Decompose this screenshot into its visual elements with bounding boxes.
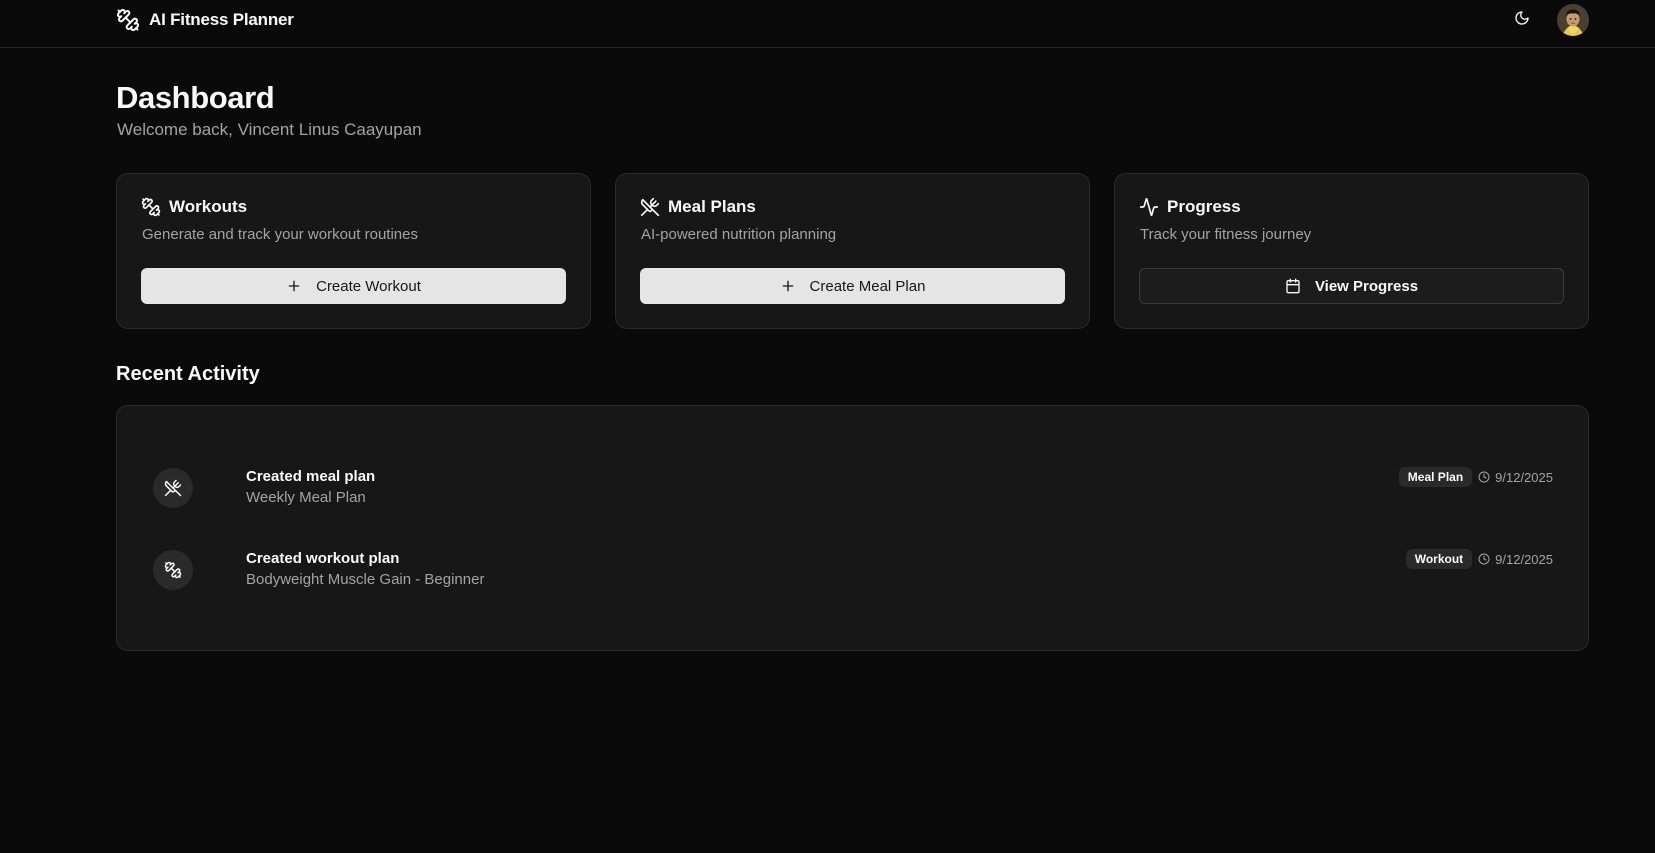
activity-meta: Workout 9/12/2025 xyxy=(1405,548,1553,570)
activity-item[interactable]: Created meal plan Weekly Meal Plan Meal … xyxy=(153,466,1553,510)
card-description: AI-powered nutrition planning xyxy=(641,226,837,243)
create-meal-plan-button[interactable]: Create Meal Plan xyxy=(640,268,1065,304)
button-label: Create Meal Plan xyxy=(809,277,926,295)
recent-activity-heading: Recent Activity xyxy=(116,363,260,385)
activity-detail: Weekly Meal Plan xyxy=(246,489,366,506)
calendar-icon xyxy=(1285,278,1301,294)
brand[interactable]: AI Fitness Planner xyxy=(116,8,294,32)
moon-icon xyxy=(1514,10,1530,31)
dumbbell-icon xyxy=(153,550,193,590)
activity-item[interactable]: Created workout plan Bodyweight Muscle G… xyxy=(153,548,1553,592)
progress-card: Progress Track your fitness journey View… xyxy=(1114,173,1589,329)
clock-icon xyxy=(1478,471,1490,483)
activity-date: 9/12/2025 xyxy=(1478,552,1553,567)
activity-title: Created workout plan xyxy=(246,550,400,567)
activity-title: Created meal plan xyxy=(246,468,376,485)
plus-icon xyxy=(780,278,796,294)
activity-meta: Meal Plan 9/12/2025 xyxy=(1398,466,1553,488)
recent-activity-panel: Created meal plan Weekly Meal Plan Meal … xyxy=(116,405,1589,651)
dumbbell-icon xyxy=(141,197,161,217)
card-title: Workouts xyxy=(169,197,248,216)
activity-detail: Bodyweight Muscle Gain - Beginner xyxy=(246,571,485,588)
user-avatar[interactable] xyxy=(1557,4,1589,36)
activity-type-badge: Workout xyxy=(1405,549,1473,569)
clock-icon xyxy=(1478,553,1490,565)
date-text: 9/12/2025 xyxy=(1495,469,1553,485)
activity-type-badge: Meal Plan xyxy=(1398,467,1473,487)
plus-icon xyxy=(286,278,302,294)
page-title: Dashboard xyxy=(116,80,275,115)
button-label: Create Workout xyxy=(316,277,421,295)
app-title: AI Fitness Planner xyxy=(149,10,294,29)
card-title: Meal Plans xyxy=(668,197,756,216)
card-title: Progress xyxy=(1167,197,1241,216)
card-description: Generate and track your workout routines xyxy=(142,226,418,243)
create-workout-button[interactable]: Create Workout xyxy=(141,268,566,304)
button-label: View Progress xyxy=(1314,277,1419,295)
date-text: 9/12/2025 xyxy=(1495,551,1553,567)
view-progress-button[interactable]: View Progress xyxy=(1139,268,1564,304)
card-description: Track your fitness journey xyxy=(1140,226,1312,243)
utensils-crossed-icon xyxy=(153,468,193,508)
dumbbell-icon xyxy=(116,8,140,32)
utensils-crossed-icon xyxy=(640,197,660,217)
workouts-card: Workouts Generate and track your workout… xyxy=(116,173,591,329)
top-navigation-bar: AI Fitness Planner xyxy=(0,0,1655,48)
meal-plans-card: Meal Plans AI-powered nutrition planning… xyxy=(615,173,1090,329)
theme-toggle-button[interactable] xyxy=(1508,6,1536,34)
activity-icon xyxy=(1139,197,1159,217)
welcome-message: Welcome back, Vincent Linus Caayupan xyxy=(117,120,422,139)
activity-date: 9/12/2025 xyxy=(1478,470,1553,485)
